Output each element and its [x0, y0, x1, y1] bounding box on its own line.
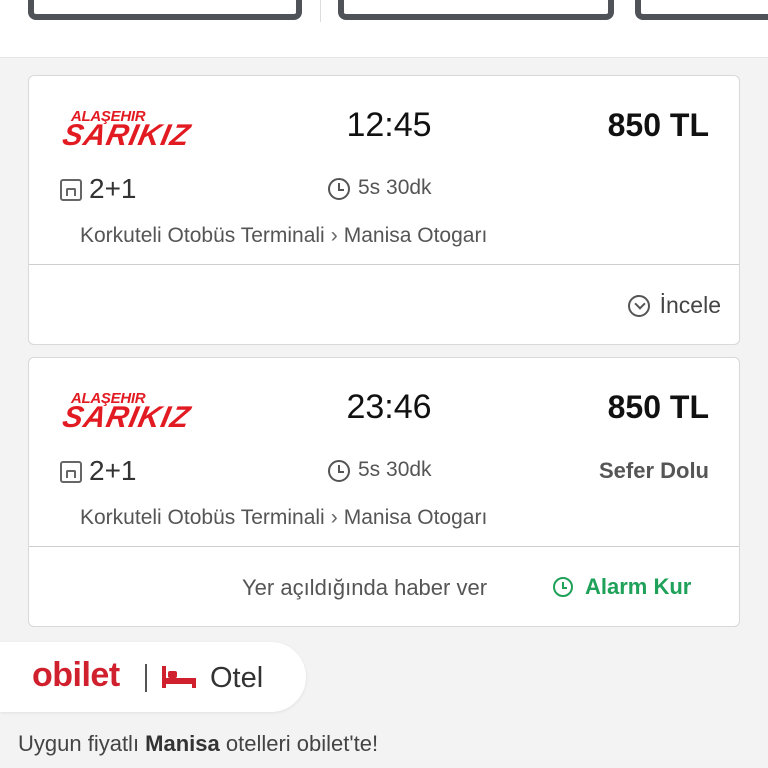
trip-card[interactable]: ALAŞEHIR SARIKIZ 23:46 850 TL 2+1 5s 30d… — [28, 357, 740, 627]
inspect-button[interactable]: İncele — [627, 292, 721, 319]
trip-price: 850 TL — [607, 389, 709, 425]
operator-logo-big: SARIKIZ — [59, 401, 194, 434]
operator-logo-big: SARIKIZ — [59, 119, 194, 152]
route: Korkuteli Otobüs Terminali › Manisa Otogar… — [80, 506, 487, 530]
seat-layout-icon — [60, 461, 82, 483]
hotel-label: Otel — [210, 662, 264, 694]
route-origin: Korkuteli Otobüs Terminali — [80, 224, 325, 247]
route-destination: Manisa Otogarı — [343, 506, 488, 529]
route-origin: Korkuteli Otobüs Terminali — [80, 506, 325, 529]
promo-city: Manisa — [145, 731, 220, 756]
notify-text: Yer açıldığında haber ver — [242, 575, 488, 600]
hotel-promo-text: Uygun fiyatlı Manisa otelleri obilet'te! — [18, 731, 378, 757]
bed-icon — [162, 666, 196, 688]
seat-layout: 2+1 — [89, 455, 137, 486]
filter-button-1[interactable] — [28, 0, 302, 20]
departure-time: 12:45 — [346, 106, 432, 144]
promo-prefix: Uygun fiyatlı — [18, 731, 146, 756]
route: Korkuteli Otobüs Terminali › Manisa Otogar… — [80, 224, 487, 248]
filter-divider — [320, 0, 321, 22]
alarm-label: Alarm Kur — [585, 574, 692, 599]
hotel-banner[interactable]: obilet Otel — [0, 642, 306, 712]
filter-button-2[interactable] — [338, 0, 614, 20]
seat-layout: 2+1 — [89, 173, 137, 204]
departure-time: 23:46 — [346, 388, 432, 426]
route-arrow-icon: › — [330, 506, 338, 529]
trip-status: Sefer Dolu — [598, 458, 709, 483]
route-arrow-icon: › — [330, 224, 338, 247]
clock-icon — [328, 460, 350, 482]
promo-suffix: otelleri obilet'te! — [219, 731, 379, 756]
card-divider — [29, 546, 739, 547]
filter-button-3[interactable] — [635, 0, 768, 20]
operator-logo: ALAŞEHIR SARIKIZ — [59, 108, 226, 152]
trip-price: 850 TL — [607, 107, 709, 143]
trip-card[interactable]: ALAŞEHIR SARIKIZ 12:45 850 TL 2+1 5s 30d… — [28, 75, 740, 345]
seat-layout-icon — [60, 179, 82, 201]
top-filter-bar — [0, 0, 768, 58]
chevron-down-circle-icon — [627, 294, 650, 317]
inspect-label: İncele — [659, 292, 721, 318]
trip-duration: 5s 30dk — [358, 458, 432, 481]
alarm-button[interactable]: Alarm Kur — [553, 574, 691, 600]
alarm-clock-icon — [553, 577, 573, 597]
route-destination: Manisa Otogarı — [343, 224, 488, 247]
card-divider — [29, 264, 739, 265]
obilet-logo: obilet — [32, 656, 120, 694]
trip-duration: 5s 30dk — [358, 176, 432, 199]
banner-divider — [145, 664, 147, 692]
operator-logo: ALAŞEHIR SARIKIZ — [59, 390, 226, 434]
clock-icon — [328, 178, 350, 200]
